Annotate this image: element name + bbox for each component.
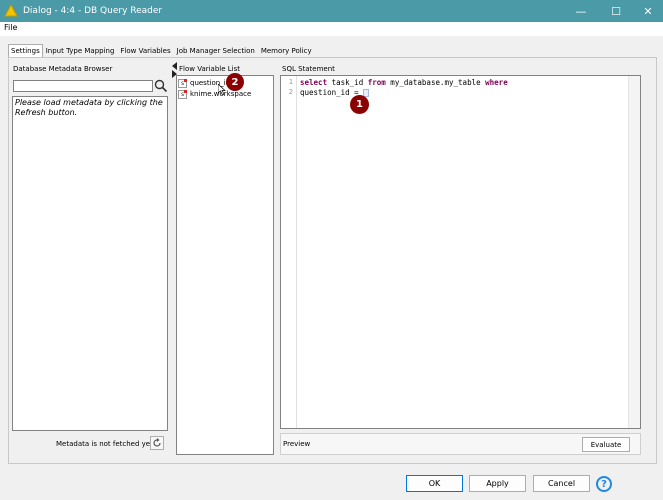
mouse-cursor-icon — [218, 84, 226, 95]
help-icon[interactable]: ? — [596, 476, 612, 492]
flow-variable-list[interactable] — [176, 75, 274, 455]
string-variable-icon: s — [178, 78, 187, 88]
tab-flow-variables[interactable]: Flow Variables — [117, 44, 173, 57]
sql-keyword: from — [367, 78, 386, 87]
close-icon: ✕ — [643, 4, 653, 18]
minimize-button[interactable]: — — [566, 0, 596, 22]
tab-job-manager-selection[interactable]: Job Manager Selection — [174, 44, 258, 57]
window-title: Dialog - 4:4 - DB Query Reader — [23, 6, 163, 16]
string-variable-icon: s — [178, 89, 187, 99]
sql-text: my_database.my_table — [385, 78, 486, 87]
preview-label: Preview — [283, 440, 311, 448]
close-button[interactable]: ✕ — [633, 0, 663, 22]
line-number: 1 — [288, 78, 293, 86]
metadata-status: Metadata is not fetched yet. — [56, 440, 156, 448]
sql-editor[interactable]: 1 2 select task_id from my_database.my_t… — [280, 75, 641, 429]
menu-file[interactable]: File — [4, 23, 17, 32]
metadata-tree[interactable] — [12, 96, 168, 431]
line-number-gutter: 1 2 — [281, 76, 297, 428]
annotation-marker-2: 2 — [226, 73, 244, 91]
apply-button[interactable]: Apply — [469, 475, 526, 492]
refresh-button[interactable] — [150, 436, 164, 450]
sql-statement-label: SQL Statement — [282, 65, 335, 73]
metadata-message: Please load metadata by clicking the Ref… — [15, 98, 163, 117]
maximize-icon: ☐ — [611, 4, 621, 18]
sql-keyword: select — [300, 78, 328, 87]
search-icon[interactable] — [154, 79, 168, 93]
sql-line-1: select task_id from my_database.my_table… — [300, 78, 508, 87]
collapse-left-arrow-icon[interactable] — [172, 62, 177, 70]
vertical-scrollbar[interactable] — [628, 76, 640, 428]
minimize-icon: — — [575, 4, 587, 18]
preview-bar: Preview Evaluate — [280, 433, 641, 455]
cancel-button[interactable]: Cancel — [533, 475, 590, 492]
evaluate-button[interactable]: Evaluate — [582, 437, 630, 452]
refresh-icon — [153, 438, 161, 447]
metadata-browser-label: Database Metadata Browser — [13, 65, 113, 73]
tab-bar: Settings Input Type Mapping Flow Variabl… — [8, 44, 315, 57]
tab-memory-policy[interactable]: Memory Policy — [258, 44, 315, 57]
title-bar: Dialog - 4:4 - DB Query Reader — [0, 0, 663, 22]
line-number: 2 — [288, 88, 293, 96]
maximize-button[interactable]: ☐ — [601, 0, 631, 22]
ok-button[interactable]: OK — [406, 475, 463, 492]
sql-keyword: where — [485, 78, 508, 87]
metadata-search-input[interactable] — [13, 80, 153, 92]
menu-bar: File — [0, 22, 663, 36]
tab-input-type-mapping[interactable]: Input Type Mapping — [43, 44, 118, 57]
annotation-marker-1: 1 — [350, 95, 369, 114]
flow-variable-list-label: Flow Variable List — [179, 65, 241, 73]
knime-logo-icon — [4, 4, 18, 17]
flow-variable-item[interactable]: s knime.workspace — [178, 89, 251, 99]
tab-settings[interactable]: Settings — [8, 44, 43, 57]
sql-text: task_id — [327, 78, 368, 87]
